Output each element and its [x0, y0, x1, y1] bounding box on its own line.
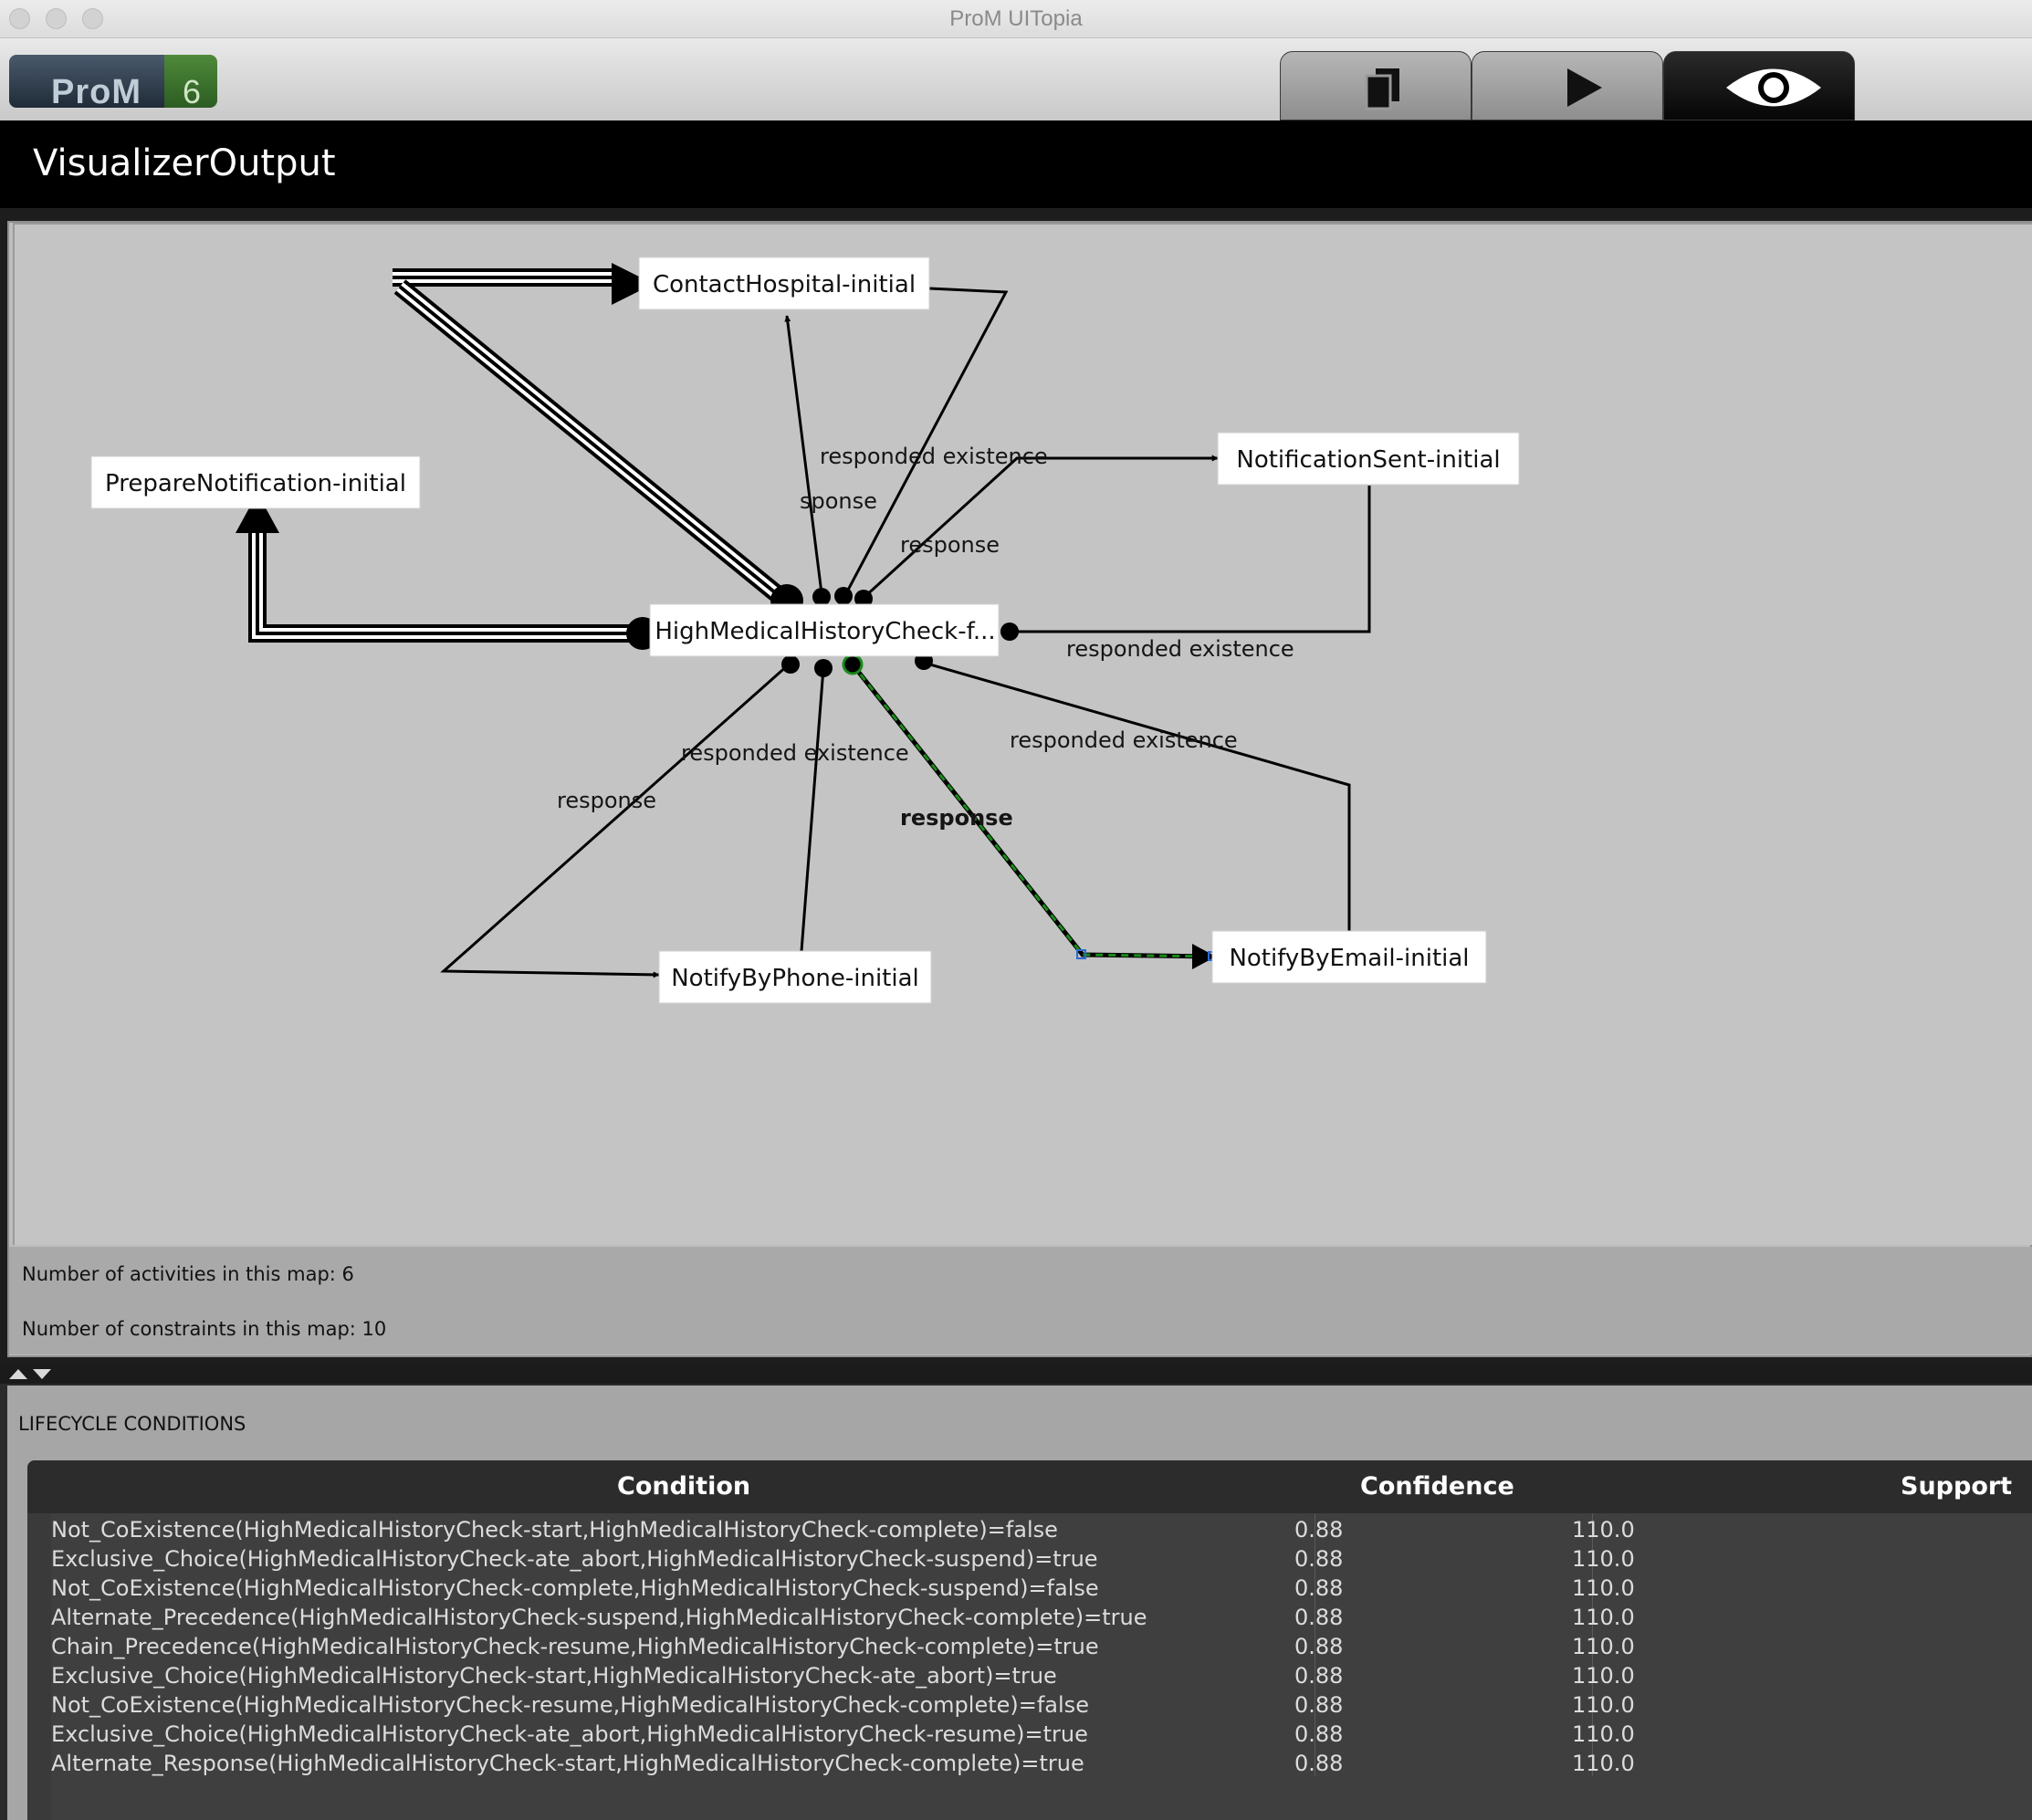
- svg-text:PrepareNotification-initial: PrepareNotification-initial: [105, 470, 406, 497]
- confidence-cell: 0.88: [1294, 1663, 1344, 1689]
- node-prepare-notification[interactable]: PrepareNotification-initial: [90, 455, 421, 509]
- confidence-cell: 0.88: [1294, 1751, 1344, 1776]
- node-contact-hospital[interactable]: ContactHospital-initial: [638, 256, 930, 310]
- support-cell: 110.0: [1572, 1575, 1635, 1601]
- lifecycle-title: LIFECYCLE CONDITIONS: [18, 1413, 246, 1435]
- graph-canvas[interactable]: [13, 223, 2032, 1245]
- tab-actions[interactable]: [1472, 51, 1663, 120]
- view-title-bar: VisualizerOutput: [0, 120, 2032, 208]
- support-cell: 110.0: [1572, 1605, 1635, 1630]
- node-notify-by-email[interactable]: NotifyByEmail-initial: [1211, 930, 1487, 984]
- constraints-count: Number of constraints in this map: 10: [22, 1318, 387, 1340]
- support-cell: 110.0: [1572, 1692, 1635, 1718]
- confidence-cell: 0.88: [1294, 1721, 1344, 1747]
- svg-text:HighMedicalHistoryCheck-f...: HighMedicalHistoryCheck-f...: [655, 618, 995, 645]
- splitter-arrows-icon[interactable]: [7, 1366, 57, 1381]
- column-header-confidence[interactable]: Confidence: [1360, 1472, 1514, 1501]
- svg-text:NotifyByEmail-initial: NotifyByEmail-initial: [1229, 945, 1469, 972]
- table-row[interactable]: Not_CoExistence(HighMedicalHistoryCheck-…: [51, 1515, 2032, 1544]
- support-cell: 110.0: [1572, 1721, 1635, 1747]
- table-header: Condition Confidence Support: [27, 1460, 2032, 1513]
- confidence-cell: 0.88: [1294, 1546, 1344, 1572]
- node-high-medical-history-check[interactable]: HighMedicalHistoryCheck-f...: [649, 603, 1000, 657]
- condition-cell: Not_CoExistence(HighMedicalHistoryCheck-…: [51, 1575, 1099, 1601]
- split-divider[interactable]: [0, 1365, 2032, 1384]
- condition-cell: Exclusive_Choice(HighMedicalHistoryCheck…: [51, 1721, 1088, 1747]
- table-row[interactable]: Alternate_Response(HighMedicalHistoryChe…: [51, 1749, 2032, 1778]
- activities-count: Number of activities in this map: 6: [22, 1263, 354, 1285]
- table-row[interactable]: Not_CoExistence(HighMedicalHistoryCheck-…: [51, 1574, 2032, 1603]
- prom-logo: ProM 6: [9, 55, 217, 111]
- table-row[interactable]: Exclusive_Choice(HighMedicalHistoryCheck…: [51, 1720, 2032, 1749]
- confidence-cell: 0.88: [1294, 1517, 1344, 1543]
- svg-text:NotifyByPhone-initial: NotifyByPhone-initial: [671, 965, 919, 992]
- play-icon: [1567, 68, 1602, 107]
- tab-views[interactable]: [1663, 51, 1855, 120]
- condition-cell: Chain_Precedence(HighMedicalHistoryCheck…: [51, 1634, 1099, 1659]
- prom-header: ProM 6: [0, 38, 2032, 120]
- confidence-cell: 0.88: [1294, 1634, 1344, 1659]
- logo-version: 6: [183, 73, 202, 110]
- column-header-condition[interactable]: Condition: [617, 1472, 750, 1501]
- table-row[interactable]: Exclusive_Choice(HighMedicalHistoryCheck…: [51, 1661, 2032, 1690]
- view-title: VisualizerOutput: [33, 142, 336, 184]
- support-cell: 110.0: [1572, 1634, 1635, 1659]
- confidence-cell: 0.88: [1294, 1605, 1344, 1630]
- window-title: ProM UITopia: [949, 6, 1083, 31]
- condition-cell: Alternate_Response(HighMedicalHistoryChe…: [51, 1751, 1084, 1776]
- confidence-cell: 0.88: [1294, 1692, 1344, 1718]
- table-body: Not_CoExistence(HighMedicalHistoryCheck-…: [51, 1513, 2032, 1820]
- svg-text:ContactHospital-initial: ContactHospital-initial: [653, 271, 916, 298]
- table-row[interactable]: Chain_Precedence(HighMedicalHistoryCheck…: [51, 1632, 2032, 1661]
- confidence-cell: 0.88: [1294, 1575, 1344, 1601]
- logo-text: ProM: [51, 73, 141, 111]
- map-info-area: Number of activities in this map: 6 Numb…: [9, 1247, 2032, 1355]
- column-header-support[interactable]: Support: [1901, 1472, 2012, 1501]
- condition-cell: Exclusive_Choice(HighMedicalHistoryCheck…: [51, 1546, 1098, 1572]
- condition-cell: Exclusive_Choice(HighMedicalHistoryCheck…: [51, 1663, 1057, 1689]
- eye-icon: [1726, 68, 1821, 107]
- condition-cell: Alternate_Precedence(HighMedicalHistoryC…: [51, 1605, 1147, 1630]
- support-cell: 110.0: [1572, 1751, 1635, 1776]
- condition-cell: Not_CoExistence(HighMedicalHistoryCheck-…: [51, 1692, 1089, 1718]
- window-title-bar: ProM UITopia: [0, 0, 2032, 38]
- table-row[interactable]: Alternate_Precedence(HighMedicalHistoryC…: [51, 1603, 2032, 1632]
- node-notify-by-phone[interactable]: NotifyByPhone-initial: [658, 950, 932, 1004]
- support-cell: 110.0: [1572, 1517, 1635, 1543]
- table-row[interactable]: Exclusive_Choice(HighMedicalHistoryCheck…: [51, 1544, 2032, 1574]
- tab-workspace[interactable]: [1280, 51, 1472, 120]
- lifecycle-table: Condition Confidence Support Not_CoExist…: [27, 1460, 2032, 1820]
- table-row[interactable]: Not_CoExistence(HighMedicalHistoryCheck-…: [51, 1690, 2032, 1720]
- support-cell: 110.0: [1572, 1663, 1635, 1689]
- workspace-icon: [1365, 68, 1399, 110]
- node-notification-sent[interactable]: NotificationSent-initial: [1217, 432, 1520, 486]
- support-cell: 110.0: [1572, 1546, 1635, 1572]
- condition-cell: Not_CoExistence(HighMedicalHistoryCheck-…: [51, 1517, 1058, 1543]
- svg-text:NotificationSent-initial: NotificationSent-initial: [1236, 446, 1500, 474]
- lifecycle-panel: LIFECYCLE CONDITIONS Condition Confidenc…: [7, 1386, 2032, 1820]
